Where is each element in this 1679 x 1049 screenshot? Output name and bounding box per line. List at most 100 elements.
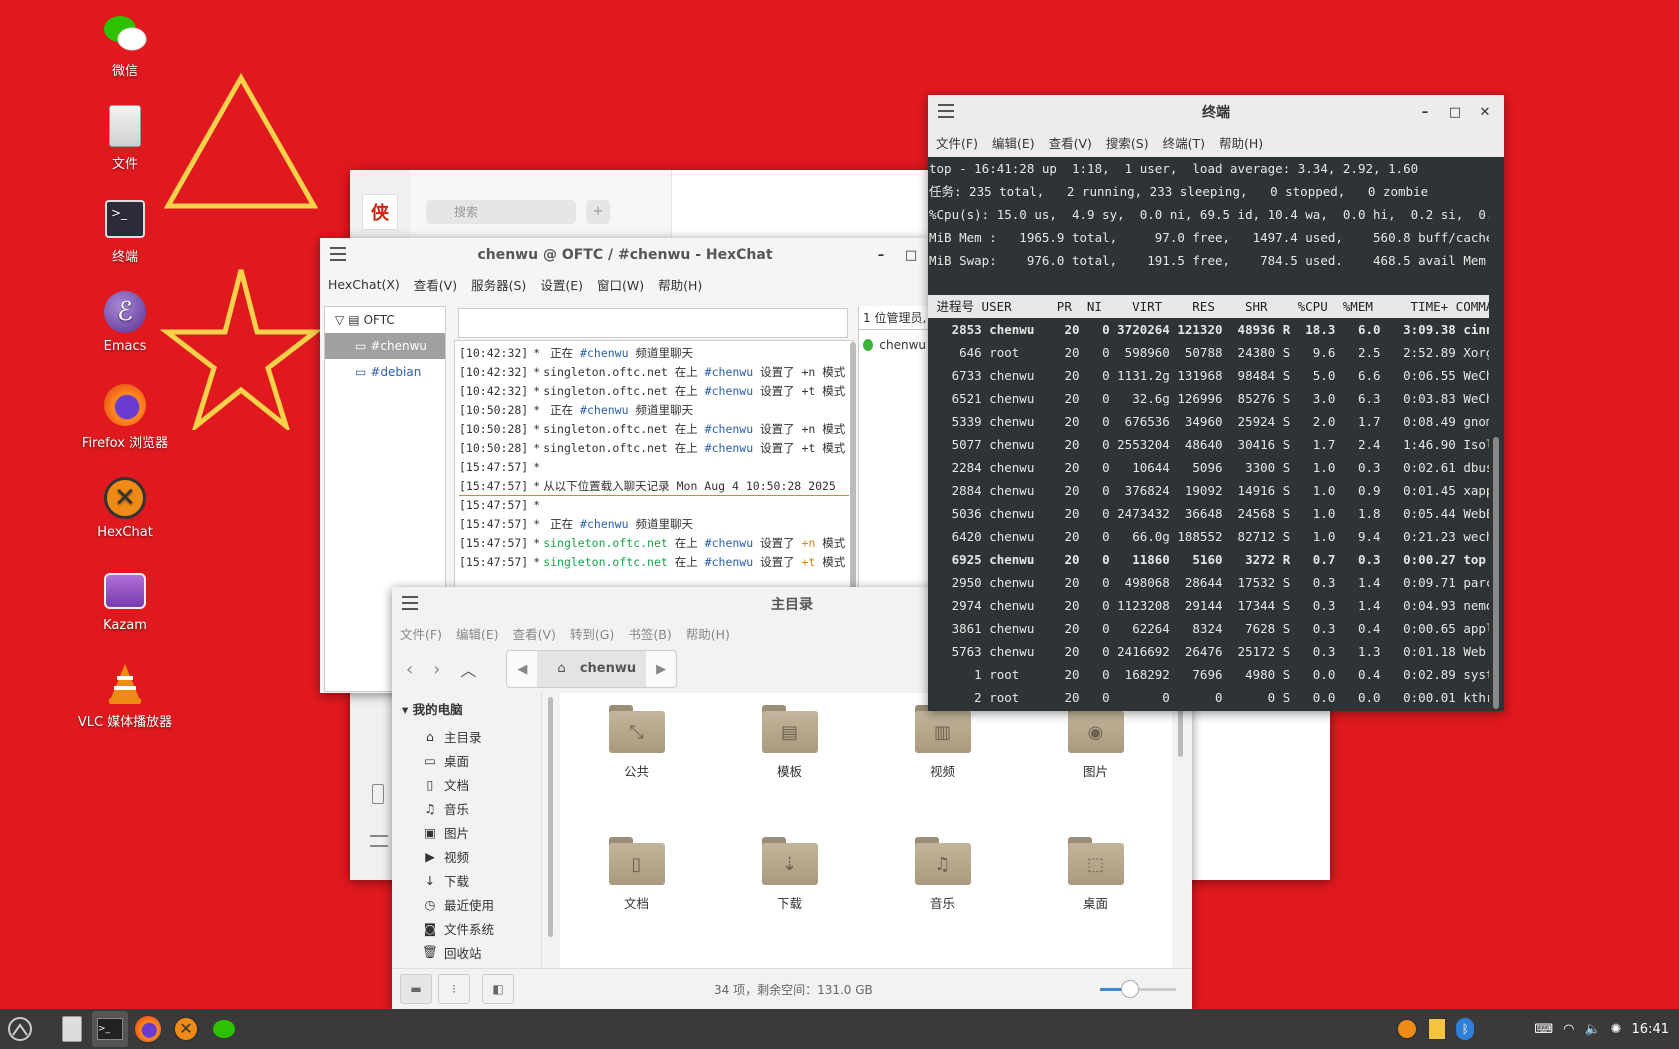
- sidebar-item[interactable]: ♫ 音乐: [392, 796, 541, 820]
- sidebar-item[interactable]: 🗑 回收站: [392, 940, 541, 964]
- folder-item[interactable]: ▯ 文档: [560, 835, 713, 967]
- maximize-button[interactable]: □: [1444, 101, 1466, 123]
- tree-channel-chenwu[interactable]: ▭ #chenwu: [325, 333, 445, 359]
- desktop-icon-4[interactable]: Firefox 浏览器: [75, 382, 175, 451]
- folder-item[interactable]: ▥ 视频: [866, 703, 1019, 835]
- desktop-icon-2[interactable]: >_ 终端: [75, 196, 175, 265]
- minimize-button[interactable]: –: [1414, 101, 1436, 123]
- terminal-output[interactable]: top - 16:41:28 up 1:18, 1 user, load ave…: [928, 157, 1489, 711]
- menu-item[interactable]: 服务器(S): [471, 275, 526, 294]
- menu-item[interactable]: 窗口(W): [597, 275, 644, 294]
- firefox-icon[interactable]: [130, 1011, 166, 1047]
- menu-item[interactable]: 搜索(S): [1106, 133, 1149, 152]
- forward-icon[interactable]: ›: [433, 659, 440, 680]
- folder-item[interactable]: ♫ 音乐: [866, 835, 1019, 967]
- close-button[interactable]: ✕: [1474, 101, 1496, 123]
- wifi-icon[interactable]: ◠: [1563, 1022, 1574, 1037]
- sidebar-item[interactable]: ▯ 文档: [392, 772, 541, 796]
- hexchat-tray-icon[interactable]: [1396, 1018, 1419, 1040]
- sidebar-item[interactable]: ▶ 视频: [392, 844, 541, 868]
- folder-item[interactable]: ⬚ 桌面: [1019, 835, 1172, 967]
- folder-item[interactable]: ▤ 模板: [713, 703, 866, 835]
- menu-item[interactable]: 编辑(E): [992, 133, 1035, 152]
- hexchat-icon: ✕: [102, 475, 148, 521]
- menu-item[interactable]: 文件(F): [936, 133, 978, 152]
- user-item[interactable]: chenwu: [859, 330, 930, 360]
- keyboard-icon[interactable]: ⌨: [1534, 1022, 1553, 1037]
- menu-item[interactable]: 设置(E): [540, 275, 583, 294]
- bluetooth-icon[interactable]: ᛒ: [1456, 1018, 1475, 1040]
- menu-item[interactable]: 书签(B): [628, 624, 671, 643]
- desktop-icon-0[interactable]: 微信: [75, 10, 175, 79]
- wechat-icon[interactable]: [206, 1011, 242, 1047]
- folder-item[interactable]: ⤡ 公共: [560, 703, 713, 835]
- clock[interactable]: 16:41: [1632, 1022, 1669, 1037]
- search-input[interactable]: 搜索: [426, 200, 576, 224]
- sidebar-item[interactable]: ◷ 最近使用: [392, 892, 541, 916]
- process-row: 5763 chenwu 20 0 2416692 26476 25172 S 0…: [929, 644, 1489, 659]
- sidebar-item[interactable]: ▭ 桌面: [392, 748, 541, 772]
- desktop-icon-label: 微信: [111, 64, 138, 79]
- zoom-slider-knob[interactable]: [1121, 980, 1140, 998]
- menu-item[interactable]: 终端(T): [1163, 133, 1205, 152]
- topic-input[interactable]: [458, 308, 848, 338]
- menu-item[interactable]: HexChat(X): [328, 277, 400, 292]
- desktop-icon-1[interactable]: 文件: [75, 103, 175, 172]
- sidebar-item[interactable]: ◙ 文件系统: [392, 916, 541, 940]
- add-button[interactable]: +: [586, 200, 610, 224]
- menu-item[interactable]: 帮助(H): [1219, 133, 1263, 152]
- hamburger-menu-icon[interactable]: [330, 247, 346, 261]
- menu-item[interactable]: 查看(V): [1049, 133, 1092, 152]
- menu-icon[interactable]: [370, 835, 388, 847]
- file-cabinet-icon[interactable]: [54, 1011, 90, 1047]
- places-toggle-icon[interactable]: ▬: [400, 974, 432, 1004]
- expand-arrow-icon[interactable]: ▽: [335, 307, 344, 333]
- desktop-icon-3[interactable]: ℰ Emacs: [75, 289, 175, 354]
- menu-item[interactable]: 编辑(E): [456, 624, 499, 643]
- desktop-icon-5[interactable]: ✕ HexChat: [75, 475, 175, 540]
- sidebar-item[interactable]: ↓ 下载: [392, 868, 541, 892]
- tree-channel-debian[interactable]: ▭ #debian: [325, 359, 445, 385]
- phone-icon[interactable]: [372, 784, 384, 804]
- up-icon[interactable]: ︿: [460, 657, 476, 681]
- sidebar-item[interactable]: ⌂ 主目录: [392, 724, 541, 748]
- tree-network-oftc[interactable]: ▽ ▤ OFTC: [325, 307, 445, 333]
- terminal-window[interactable]: 终端 – □ ✕ 文件(F) 编辑(E) 查看(V) 搜索(S) 终端(T) 帮助(H) to…: [928, 95, 1504, 711]
- maximize-button[interactable]: □: [900, 244, 922, 266]
- menu-item[interactable]: 查看(V): [513, 624, 556, 643]
- back-icon[interactable]: ‹: [406, 659, 413, 680]
- menu-item[interactable]: 查看(V): [414, 275, 457, 294]
- hamburger-menu-icon[interactable]: [402, 596, 418, 610]
- crumb-home[interactable]: ⌂ chenwu: [537, 651, 647, 687]
- sidebar-item[interactable]: ▣ 图片: [392, 820, 541, 844]
- desktop-icon-6[interactable]: Kazam: [75, 568, 175, 633]
- folder-label: 音乐: [929, 896, 955, 911]
- volume-icon[interactable]: 🔈: [1584, 1022, 1600, 1037]
- minimize-button[interactable]: –: [870, 244, 892, 266]
- menu-item[interactable]: 转到(G): [570, 624, 614, 643]
- clipboard-tray-icon[interactable]: [1428, 1018, 1447, 1040]
- menu-launcher-icon[interactable]: [2, 1011, 38, 1047]
- crumb-left-icon[interactable]: ◀: [507, 662, 537, 677]
- sidebar-scrollbar[interactable]: [548, 697, 553, 937]
- tree-toggle-icon[interactable]: ⁝: [438, 974, 470, 1004]
- menu-item[interactable]: 文件(F): [400, 624, 442, 643]
- hexchat-titlebar[interactable]: chenwu @ OFTC / #chenwu - HexChat – □: [320, 238, 930, 272]
- hexchat-icon[interactable]: ✕: [168, 1011, 204, 1047]
- brightness-icon[interactable]: ✺: [1611, 1022, 1622, 1037]
- terminal-icon[interactable]: >_: [92, 1011, 128, 1047]
- terminal-scrollbar[interactable]: [1489, 157, 1504, 711]
- wechat-avatar[interactable]: 侠: [362, 194, 398, 230]
- menu-item[interactable]: 帮助(H): [686, 624, 730, 643]
- sidebar-section-computer[interactable]: ▾ 我的电脑: [392, 693, 541, 724]
- folder-item[interactable]: ◉ 图片: [1019, 703, 1172, 835]
- folder-item[interactable]: ⇣ 下载: [713, 835, 866, 967]
- hamburger-menu-icon[interactable]: [938, 104, 954, 118]
- desktop-icon-7[interactable]: VLC 媒体播放器: [75, 661, 175, 730]
- hide-sidebar-icon[interactable]: ◧: [482, 974, 514, 1004]
- menu-item[interactable]: 帮助(H): [658, 275, 702, 294]
- zoom-slider[interactable]: [1100, 980, 1176, 998]
- crumb-right-icon[interactable]: ▶: [646, 662, 676, 677]
- log-source: singleton.oftc.net: [543, 365, 668, 379]
- terminal-titlebar[interactable]: 终端 – □ ✕: [928, 95, 1504, 129]
